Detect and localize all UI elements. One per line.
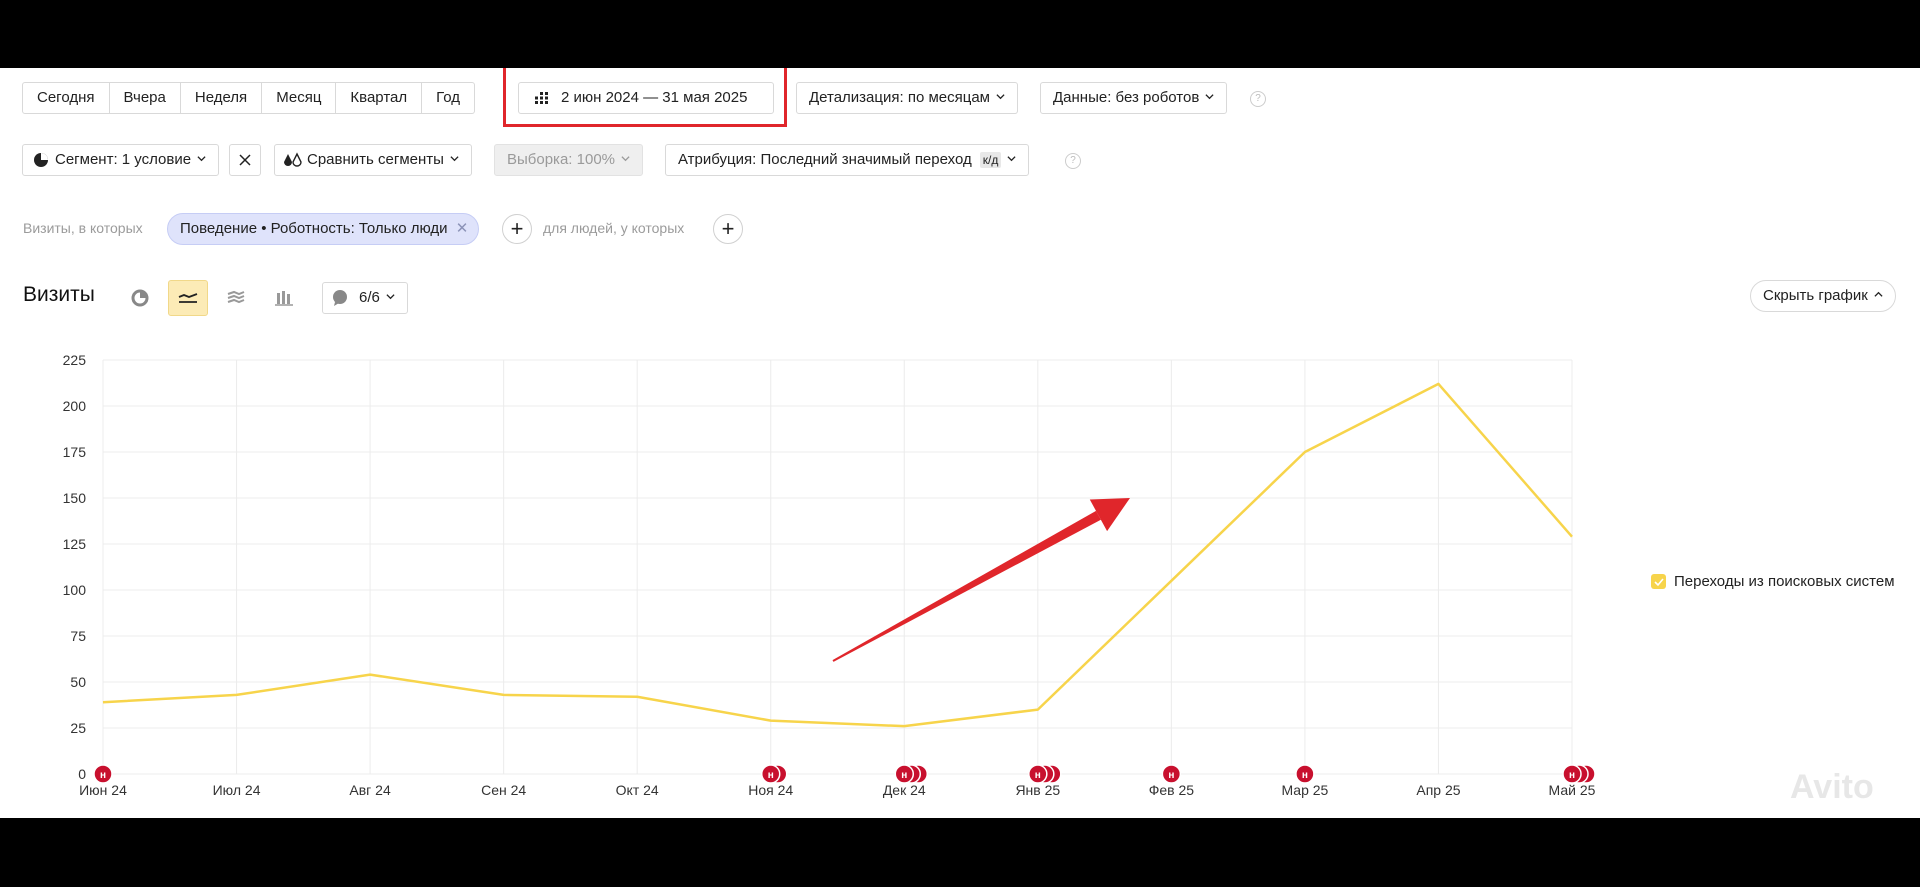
y-tick-label: 175 (63, 444, 87, 460)
x-tick-label: Окт 24 (616, 782, 659, 798)
annotation-marker-letter: н (100, 770, 106, 781)
y-tick-label: 25 (70, 720, 86, 736)
x-tick-label: Май 25 (1549, 782, 1596, 798)
x-tick-label: Дек 24 (883, 782, 926, 798)
avito-watermark: Avito (1790, 768, 1874, 806)
annotation-marker-letter: н (1302, 770, 1308, 781)
annotation-marker-letter: н (901, 770, 907, 781)
x-tick-label: Апр 25 (1416, 782, 1460, 798)
y-tick-label: 125 (63, 536, 87, 552)
annotation-marker-letter: н (768, 770, 774, 781)
y-tick-label: 200 (63, 398, 87, 414)
x-tick-label: Июн 24 (79, 782, 127, 798)
y-tick-label: 150 (63, 490, 87, 506)
x-tick-label: Янв 25 (1015, 782, 1060, 798)
x-tick-label: Мар 25 (1281, 782, 1328, 798)
y-tick-label: 75 (70, 628, 86, 644)
annotation-marker-letter: н (1168, 770, 1174, 781)
y-tick-label: 100 (63, 582, 87, 598)
y-tick-label: 225 (63, 352, 87, 368)
metrika-report-page: Сегодня Вчера Неделя Месяц Квартал Год 2… (0, 68, 1920, 818)
x-tick-label: Сен 24 (481, 782, 526, 798)
x-tick-label: Ноя 24 (748, 782, 793, 798)
annotation-marker-letter: н (1035, 770, 1041, 781)
legend-checkbox[interactable] (1651, 574, 1666, 589)
y-tick-label: 0 (78, 766, 86, 782)
checkmark-icon (1653, 577, 1664, 586)
y-tick-label: 50 (70, 674, 86, 690)
highlight-arrow-shaft (832, 510, 1101, 662)
series-line (102, 382, 1573, 728)
chart-legend[interactable]: Переходы из поисковых систем (1651, 573, 1895, 590)
x-tick-label: Июл 24 (213, 782, 261, 798)
annotation-marker-letter: н (1569, 770, 1575, 781)
x-tick-label: Фев 25 (1149, 782, 1195, 798)
visits-line-chart: 0 25 50 75 100 125 150 175 200 225 Июн 24 Июл 24 Авг… (63, 352, 1596, 798)
x-tick-label: Авг 24 (349, 782, 391, 798)
legend-series-label: Переходы из поисковых систем (1674, 573, 1895, 590)
